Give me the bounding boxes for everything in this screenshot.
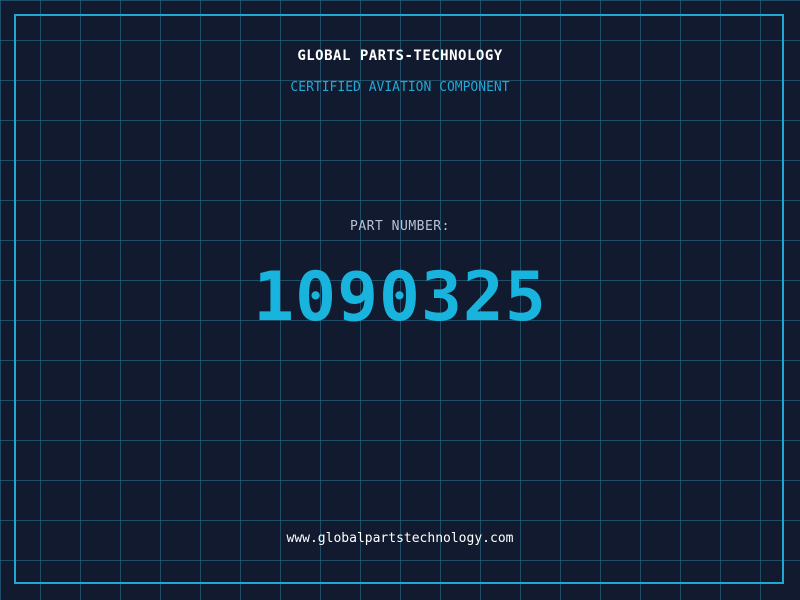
- part-number-label: PART NUMBER:: [350, 219, 450, 234]
- part-number-value: 1090325: [253, 258, 547, 337]
- part-label-card: GLOBAL PARTS-TECHNOLOGY CERTIFIED AVIATI…: [0, 0, 800, 600]
- company-name: GLOBAL PARTS-TECHNOLOGY: [297, 48, 503, 64]
- website-url: www.globalpartstechnology.com: [286, 531, 514, 546]
- certification-tagline: CERTIFIED AVIATION COMPONENT: [290, 80, 510, 95]
